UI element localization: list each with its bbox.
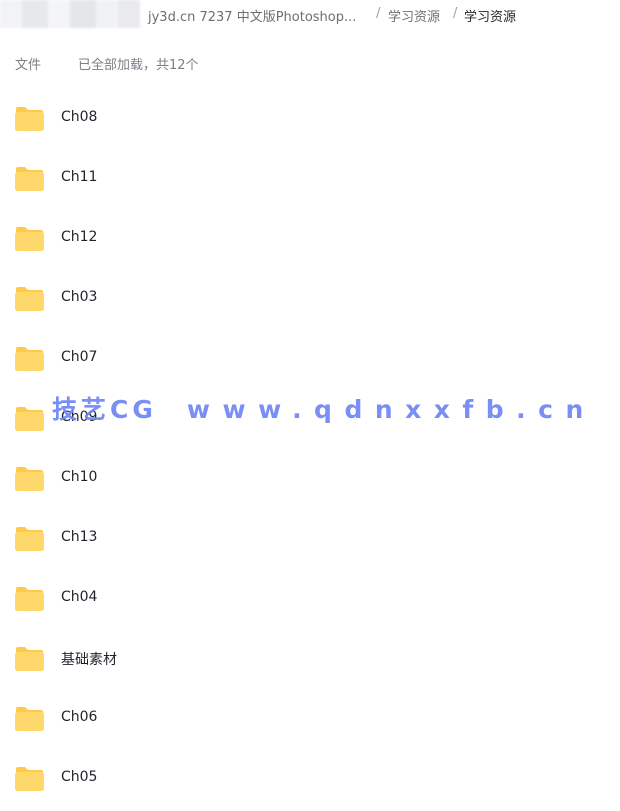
breadcrumb-item-current-folder: 学习资源 [464,10,517,25]
folder-icon [14,166,45,192]
folder-icon [14,706,45,732]
file-list-header: 文件 已全部加载，共12个 [0,54,620,73]
file-row[interactable]: Ch04 [0,568,620,628]
file-row[interactable]: Ch03 [0,268,620,328]
column-label-file: 文件 [15,58,42,73]
file-row[interactable]: Ch06 [0,688,620,748]
folder-icon [14,226,45,252]
breadcrumb-item-root-folder[interactable]: jy3d.cn 7237 中文版Photoshop... [148,6,356,25]
file-name: Ch07 [61,349,98,365]
breadcrumb-separator: / [453,6,458,21]
file-name: Ch11 [61,169,98,185]
file-name: Ch03 [61,289,98,305]
file-row[interactable]: Ch11 [0,148,620,208]
file-row[interactable]: Ch09 [0,388,620,448]
breadcrumb: jy3d.cn 7237 中文版Photoshop... / 学习资源 / 学习… [0,0,620,28]
load-status-text: 已全部加载，共12个 [78,58,199,73]
breadcrumb-item-parent-folder[interactable]: 学习资源 [388,6,440,25]
file-row[interactable]: Ch05 [0,748,620,808]
file-name: Ch12 [61,229,98,245]
file-name: 基础素材 [61,652,117,668]
folder-icon [14,466,45,492]
folder-icon [14,286,45,312]
folder-icon [14,646,45,672]
blurred-breadcrumb-segment [0,0,140,28]
folder-icon [14,346,45,372]
folder-icon [14,106,45,132]
file-row[interactable]: Ch12 [0,208,620,268]
file-name: Ch04 [61,589,98,605]
file-name: Ch09 [61,409,98,425]
file-name: Ch13 [61,529,98,545]
file-list: Ch08 Ch11 Ch12 Ch03 Ch07 Ch09 Ch10 Ch13 Ch04 基础素材… [0,88,620,808]
folder-icon [14,406,45,432]
file-name: Ch08 [61,109,98,125]
folder-icon [14,526,45,552]
file-row[interactable]: Ch10 [0,448,620,508]
file-row[interactable]: Ch08 [0,88,620,148]
file-name: Ch06 [61,709,98,725]
file-name: Ch10 [61,469,98,485]
folder-icon [14,766,45,792]
file-row[interactable]: Ch13 [0,508,620,568]
file-name: Ch05 [61,769,98,785]
file-row[interactable]: 基础素材 [0,628,620,688]
breadcrumb-separator: / [376,6,381,21]
file-browser-page: jy3d.cn 7237 中文版Photoshop... / 学习资源 / 学习… [0,0,620,811]
folder-icon [14,586,45,612]
file-row[interactable]: Ch07 [0,328,620,388]
